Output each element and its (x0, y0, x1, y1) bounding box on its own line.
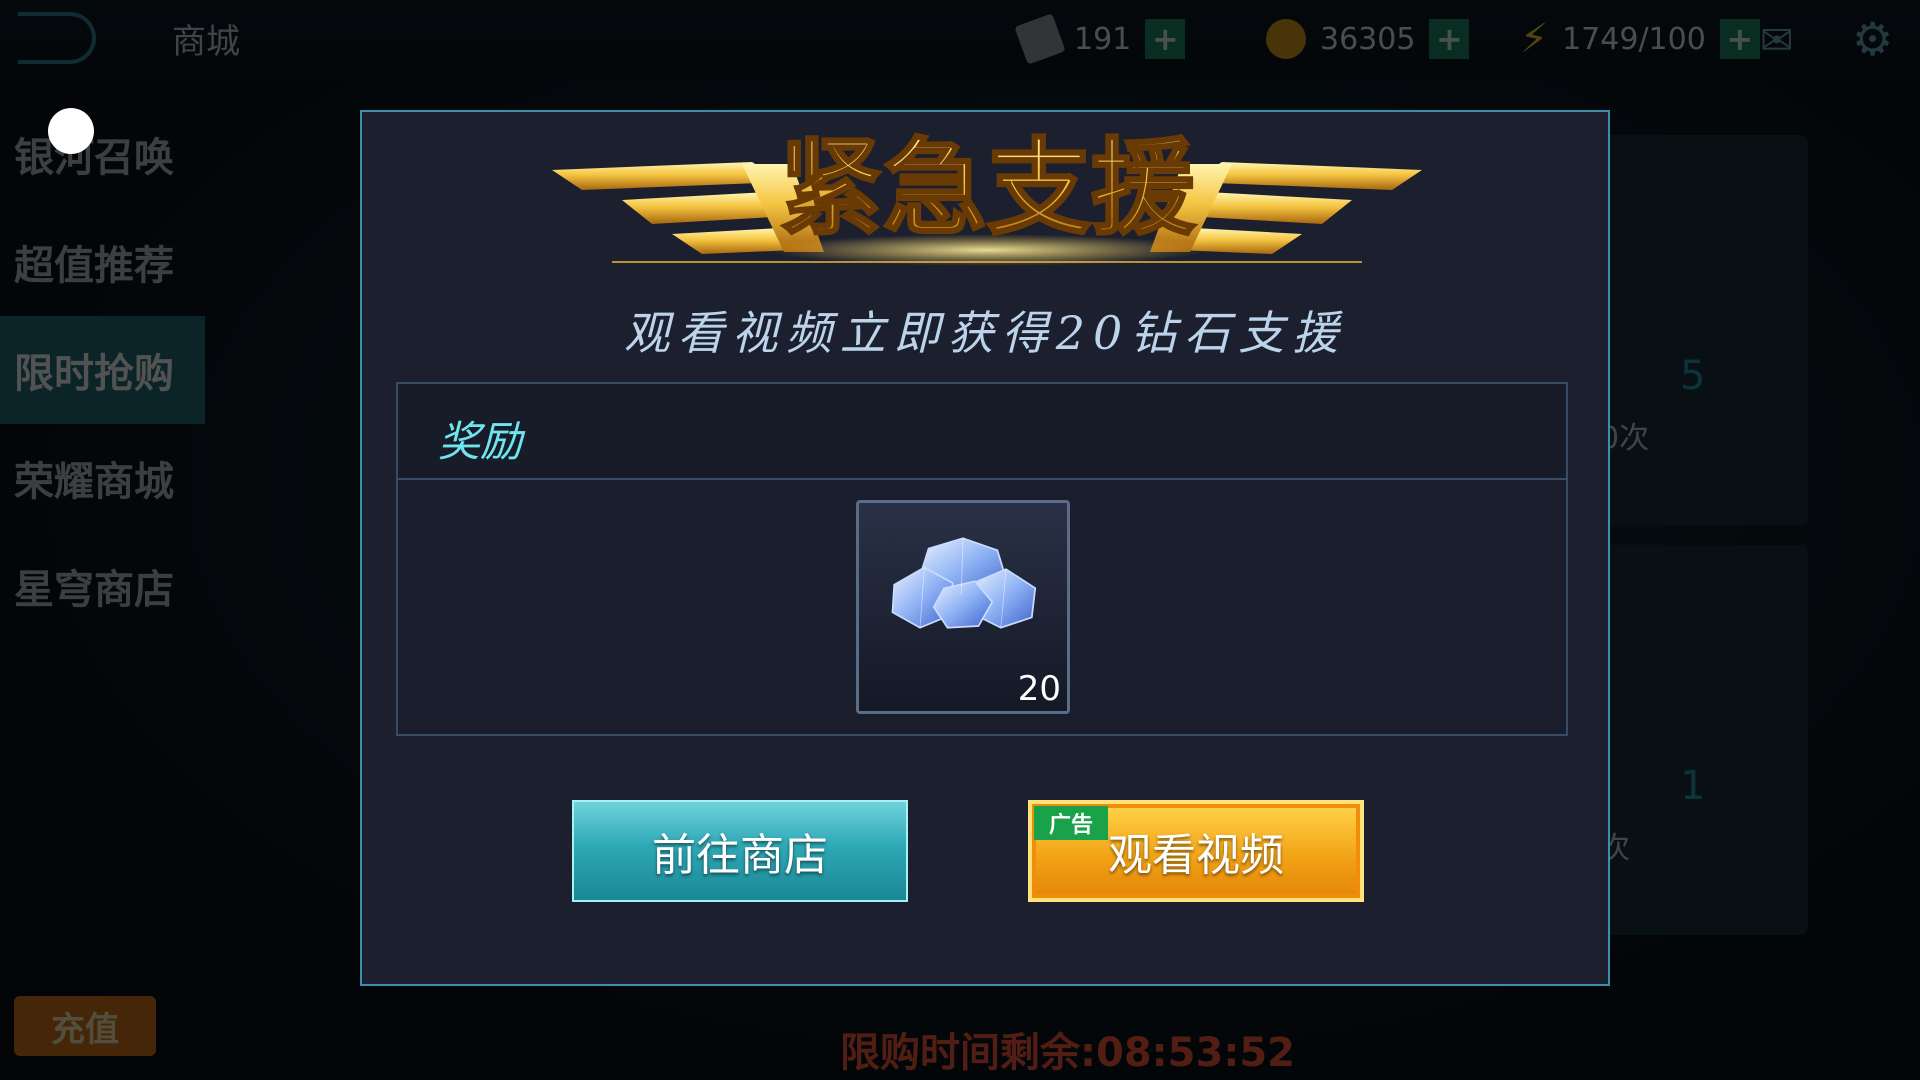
reward-panel: 奖励 20 (396, 382, 1568, 736)
dialog-title: 紧急支援 (779, 127, 1196, 249)
sidebar-item-honor-shop[interactable]: 荣耀商城 (0, 424, 205, 532)
reward-header: 奖励 (398, 384, 1566, 480)
sidebar-item-galaxy-summon[interactable]: 银河召唤 (0, 100, 205, 208)
sidebar: 银河召唤 超值推荐 限时抢购 荣耀商城 星穹商店 (0, 100, 205, 640)
reward-item-slot[interactable]: 20 (856, 500, 1070, 714)
go-to-shop-button[interactable]: 前往商店 (572, 800, 908, 902)
ticket-count: 191 (1074, 21, 1132, 57)
go-to-shop-label: 前往商店 (652, 830, 828, 881)
energy-count: 1749/100 (1562, 21, 1706, 57)
ticket-resource: 191 + (1014, 13, 1186, 65)
sidebar-item-value-recommend[interactable]: 超值推荐 (0, 208, 205, 316)
add-ticket-button[interactable]: + (1145, 19, 1186, 59)
settings-gear-icon[interactable]: ⚙ (1852, 12, 1893, 66)
watch-video-button[interactable]: 广告 观看视频 (1028, 800, 1364, 902)
coin-icon (1266, 19, 1306, 59)
sidebar-item-star-shop[interactable]: 星穹商店 (0, 532, 205, 640)
card-number: 5 (1680, 353, 1706, 399)
energy-resource: ⚡ 1749/100 + (1520, 16, 1760, 62)
back-button[interactable] (18, 12, 96, 64)
title-banner: 紧急支援 (552, 126, 1422, 266)
reward-item-count: 20 (1017, 669, 1061, 709)
sidebar-item-flash-sale[interactable]: 限时抢购 (0, 316, 205, 424)
ad-badge: 广告 (1034, 806, 1108, 840)
lightning-icon: ⚡ (1520, 16, 1549, 62)
sale-timer: 限购时间剩余:08:53:52 (840, 1030, 1295, 1076)
floating-touch-dot[interactable] (48, 108, 94, 154)
mail-icon[interactable]: ✉ (1760, 18, 1794, 64)
card-number: 1 (1680, 763, 1706, 809)
coin-resource: 36305 + (1266, 16, 1470, 62)
product-card[interactable]: 1 次 (1580, 545, 1808, 935)
dialog-subtitle: 观看视频立即获得20钻石支援 (623, 306, 1347, 360)
top-bar: 商城 191 + 36305 + ⚡ 1749/100 + ✉ ⚙ (0, 0, 1920, 80)
recharge-button[interactable]: 充值 (14, 996, 156, 1056)
add-coin-button[interactable]: + (1429, 19, 1470, 59)
ticket-icon (1014, 13, 1066, 65)
product-card[interactable]: 5 0次 (1580, 135, 1808, 525)
reward-label: 奖励 (438, 417, 523, 466)
diamond-icon (891, 537, 1037, 629)
emergency-support-dialog: 紧急支援 观看视频立即获得20钻石支援 奖励 20 前往商店 广告 观看视频 (360, 110, 1610, 986)
watch-video-label: 观看视频 (1108, 830, 1284, 881)
coin-count: 36305 (1320, 21, 1416, 57)
shop-title: 商城 (172, 22, 240, 62)
add-energy-button[interactable]: + (1719, 19, 1760, 59)
